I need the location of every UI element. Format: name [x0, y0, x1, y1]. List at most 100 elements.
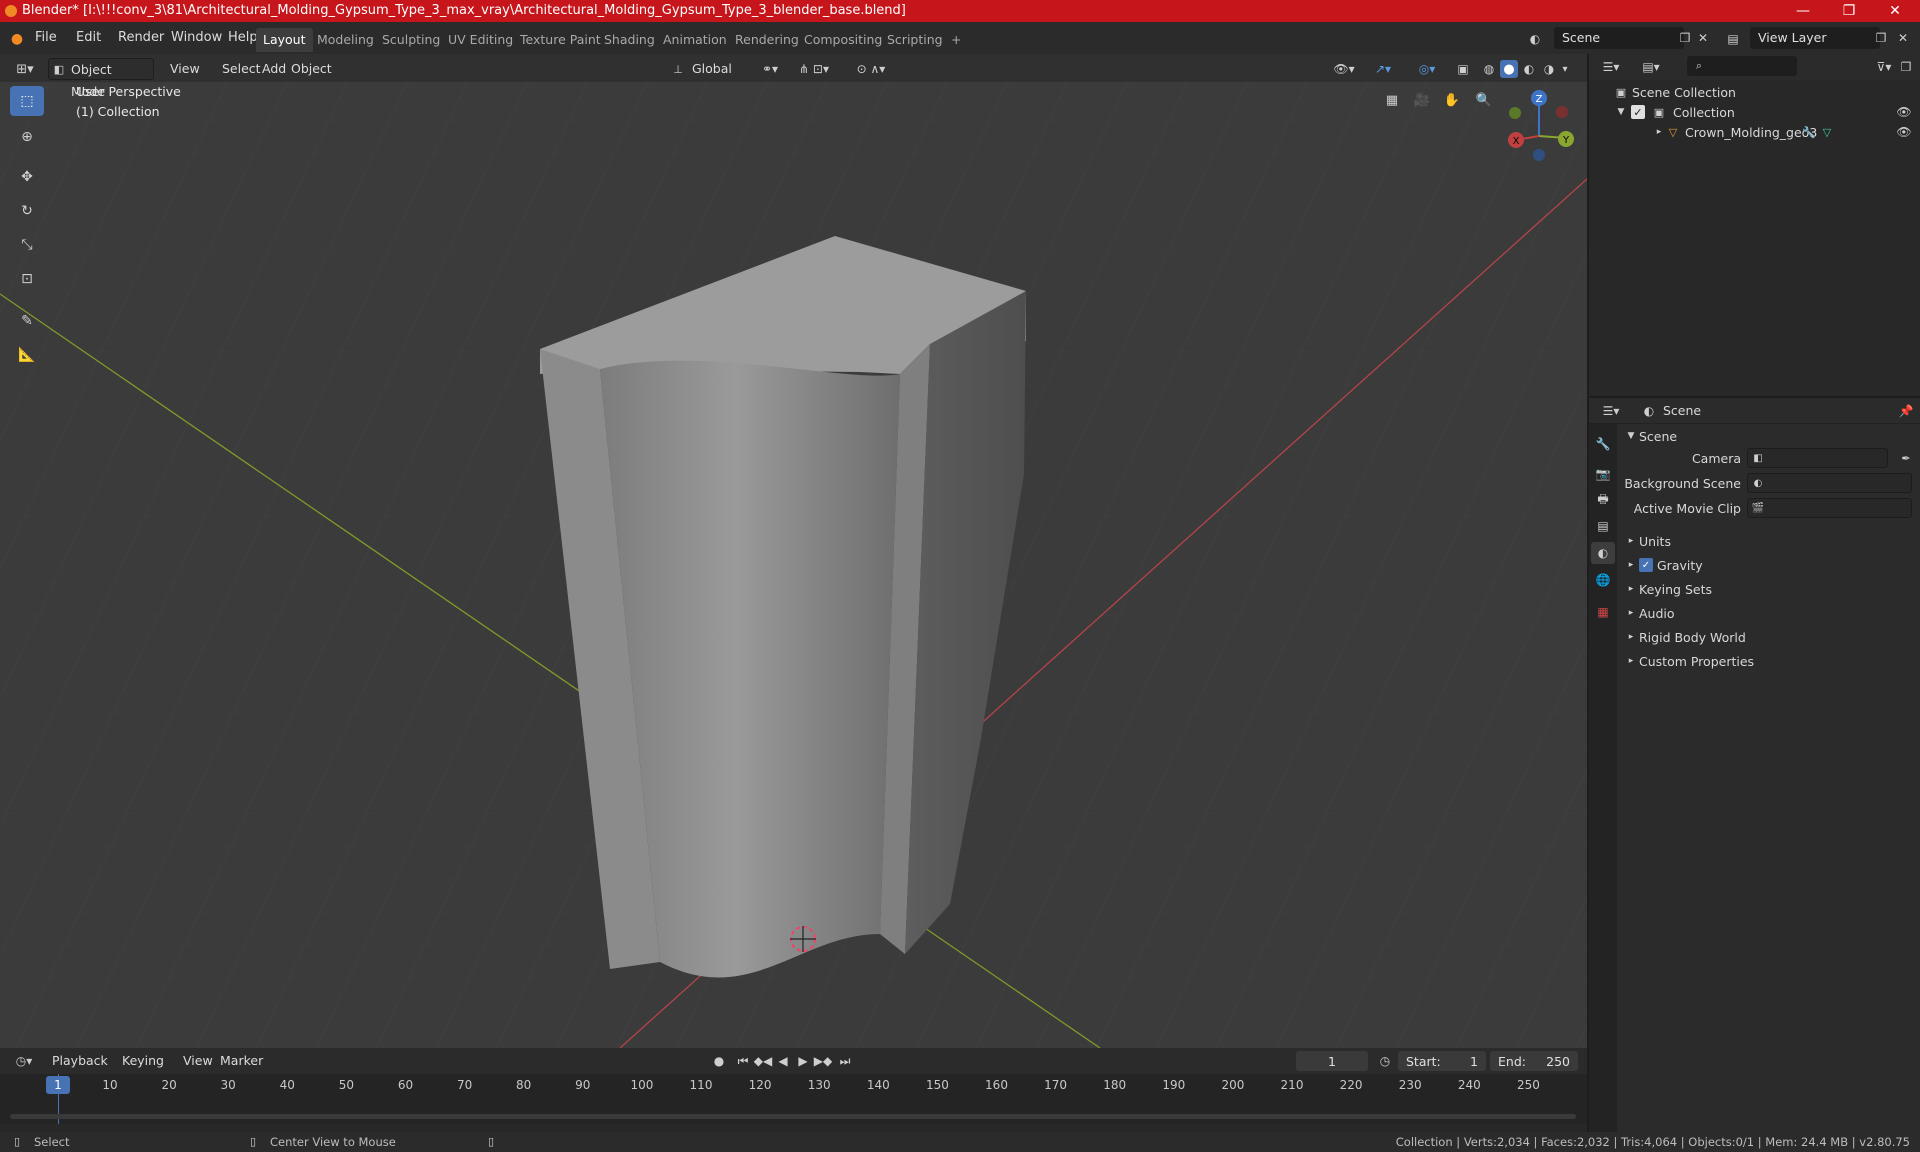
overlay-toggle-icon[interactable]: ◎▾	[1410, 60, 1444, 78]
measure-tool[interactable]: 📐	[10, 340, 44, 370]
expand-chevron-icon[interactable]: ▸	[1653, 125, 1665, 139]
timeline-editor-type-icon[interactable]: ◷▾	[10, 1052, 38, 1070]
tab-shading[interactable]: Shading	[597, 28, 662, 52]
scene-panel-chevron-icon[interactable]: ▼	[1625, 429, 1637, 443]
transform-tool[interactable]: ⊡	[10, 264, 44, 294]
view-layer-selector-icon[interactable]: ▤	[1722, 30, 1744, 48]
custom-properties-section[interactable]: Custom Properties	[1639, 654, 1754, 669]
play-button[interactable]: ▶	[794, 1052, 812, 1070]
select-box-tool[interactable]: ⬚	[10, 86, 44, 116]
modifier-icon[interactable]: 🔧	[1801, 125, 1817, 139]
background-scene-field[interactable]	[1747, 473, 1912, 493]
units-section[interactable]: Units	[1639, 534, 1671, 549]
new-view-layer-icon[interactable]: ❐	[1872, 28, 1890, 48]
shading-options-icon[interactable]: ▾	[1558, 60, 1572, 78]
display-mode-icon[interactable]: ▤▾	[1637, 58, 1665, 76]
properties-editor-type-icon[interactable]: ☰▾	[1597, 402, 1625, 420]
close-button[interactable]: ✕	[1872, 0, 1918, 22]
filter-icon[interactable]: ⊽▾	[1871, 58, 1897, 76]
snap-icon[interactable]: ⋔ ⊡▾	[790, 60, 838, 78]
timeline-menu-keying[interactable]: Keying	[116, 1050, 170, 1072]
wireframe-shading-icon[interactable]: ◍	[1480, 60, 1498, 78]
tab-animation[interactable]: Animation	[656, 28, 734, 52]
outliner-editor-type-icon[interactable]: ☰▾	[1597, 58, 1625, 76]
tab-uv-editing[interactable]: UV Editing	[441, 28, 520, 52]
rigid-body-chevron-icon[interactable]: ▸	[1625, 630, 1637, 644]
scale-tool[interactable]: ⤡	[10, 230, 44, 260]
prev-keyframe-button[interactable]: ◆◀	[754, 1052, 772, 1070]
move-tool[interactable]: ✥	[10, 162, 44, 192]
outliner-object[interactable]: Crown_Molding_geo3	[1685, 125, 1817, 140]
timeline-ruler[interactable]: 1102030405060708090100110120130140150160…	[0, 1074, 1587, 1124]
outliner-scene-collection[interactable]: Scene Collection	[1632, 85, 1736, 100]
viewport-menu-object[interactable]: Object	[285, 58, 338, 80]
editor-type-icon[interactable]: ⊞▾	[10, 59, 40, 79]
view-layer-tab-icon[interactable]: ▤	[1593, 516, 1613, 536]
xray-toggle-icon[interactable]: ▣	[1454, 60, 1472, 78]
rigid-body-world-section[interactable]: Rigid Body World	[1639, 630, 1746, 645]
collection-checkbox[interactable]: ✓	[1631, 105, 1645, 119]
scene-field[interactable]: Scene	[1554, 27, 1684, 49]
3d-viewport[interactable]: Z Y X ⊞▾ Object Mode ◧ View Select Add O…	[0, 54, 1587, 1048]
cursor-tool[interactable]: ⊕	[10, 122, 44, 152]
new-collection-icon[interactable]: ❐	[1897, 58, 1915, 76]
audio-chevron-icon[interactable]: ▸	[1625, 606, 1637, 620]
keying-sets-section[interactable]: Keying Sets	[1639, 582, 1712, 597]
timeline-menu-playback[interactable]: Playback	[46, 1050, 114, 1072]
outliner-collection[interactable]: Collection	[1673, 105, 1735, 120]
ortho-toggle-icon[interactable]: ▦	[1380, 88, 1404, 112]
view-layer-field[interactable]: View Layer	[1750, 27, 1880, 49]
play-reverse-button[interactable]: ◀	[774, 1052, 792, 1070]
menu-window[interactable]: Window	[166, 28, 227, 48]
maximize-button[interactable]: ❐	[1826, 0, 1872, 22]
gravity-checkbox[interactable]: ✓	[1639, 558, 1653, 572]
custom-props-chevron-icon[interactable]: ▸	[1625, 654, 1637, 668]
delete-scene-icon[interactable]: ✕	[1694, 28, 1712, 48]
tab-layout[interactable]: Layout	[256, 28, 313, 52]
timeline-scrollbar[interactable]	[10, 1114, 1576, 1119]
end-frame-field[interactable]: End: 250	[1490, 1051, 1578, 1071]
menu-render[interactable]: Render	[113, 28, 169, 48]
collapse-chevron-icon[interactable]: ▼	[1615, 105, 1627, 119]
rendered-shading-icon[interactable]: ◑	[1540, 60, 1558, 78]
jump-end-button[interactable]: ⏭	[836, 1052, 854, 1070]
proportional-editing-icon[interactable]: ⊙ ∧▾	[846, 60, 896, 78]
jump-start-button[interactable]: ⏮	[734, 1052, 752, 1070]
transform-orientation-dropdown[interactable]: Global	[686, 58, 738, 80]
new-scene-icon[interactable]: ❐	[1676, 28, 1694, 48]
keying-sets-chevron-icon[interactable]: ▸	[1625, 582, 1637, 596]
material-shading-icon[interactable]: ◐	[1520, 60, 1538, 78]
viewport-menu-view[interactable]: View	[164, 58, 206, 80]
minimize-button[interactable]: —	[1780, 0, 1826, 22]
annotate-tool[interactable]: ✎	[10, 306, 44, 336]
mesh-data-icon[interactable]: ▽	[1819, 125, 1835, 139]
camera-field[interactable]	[1747, 448, 1888, 468]
preview-range-icon[interactable]: ◷	[1376, 1052, 1394, 1070]
zoom-view-icon[interactable]: 🔍	[1472, 88, 1496, 112]
scene-panel-title[interactable]: Scene	[1639, 429, 1677, 444]
menu-file[interactable]: File	[30, 28, 62, 48]
active-movie-clip-field[interactable]	[1747, 498, 1912, 518]
world-tab-icon[interactable]: 🌐	[1593, 570, 1613, 590]
tab-scripting[interactable]: Scripting	[880, 28, 950, 52]
record-button[interactable]: ●	[710, 1052, 728, 1070]
tab-modeling[interactable]: Modeling	[310, 28, 381, 52]
solid-shading-icon[interactable]: ●	[1500, 60, 1518, 78]
visibility-icon[interactable]: 👁▾	[1330, 60, 1358, 78]
next-keyframe-button[interactable]: ▶◆	[814, 1052, 832, 1070]
audio-section[interactable]: Audio	[1639, 606, 1675, 621]
tab-compositing[interactable]: Compositing	[797, 28, 889, 52]
crown-molding-object[interactable]	[540, 236, 1026, 978]
timeline-menu-marker[interactable]: Marker	[214, 1050, 269, 1072]
timeline-menu-view[interactable]: View	[177, 1050, 219, 1072]
scene-tab-icon[interactable]: ◐	[1591, 542, 1615, 564]
add-workspace-button[interactable]: +	[944, 28, 968, 52]
current-frame-field[interactable]: 1	[1296, 1051, 1368, 1071]
start-frame-field[interactable]: Start: 1	[1398, 1051, 1486, 1071]
blender-menu-icon[interactable]: ●	[8, 30, 26, 48]
delete-view-layer-icon[interactable]: ✕	[1894, 28, 1912, 48]
pivot-point-icon[interactable]: ⚭▾	[756, 60, 784, 78]
gravity-chevron-icon[interactable]: ▸	[1625, 558, 1637, 572]
rotate-tool[interactable]: ↻	[10, 196, 44, 226]
playhead-frame-badge[interactable]: 1	[46, 1076, 70, 1094]
